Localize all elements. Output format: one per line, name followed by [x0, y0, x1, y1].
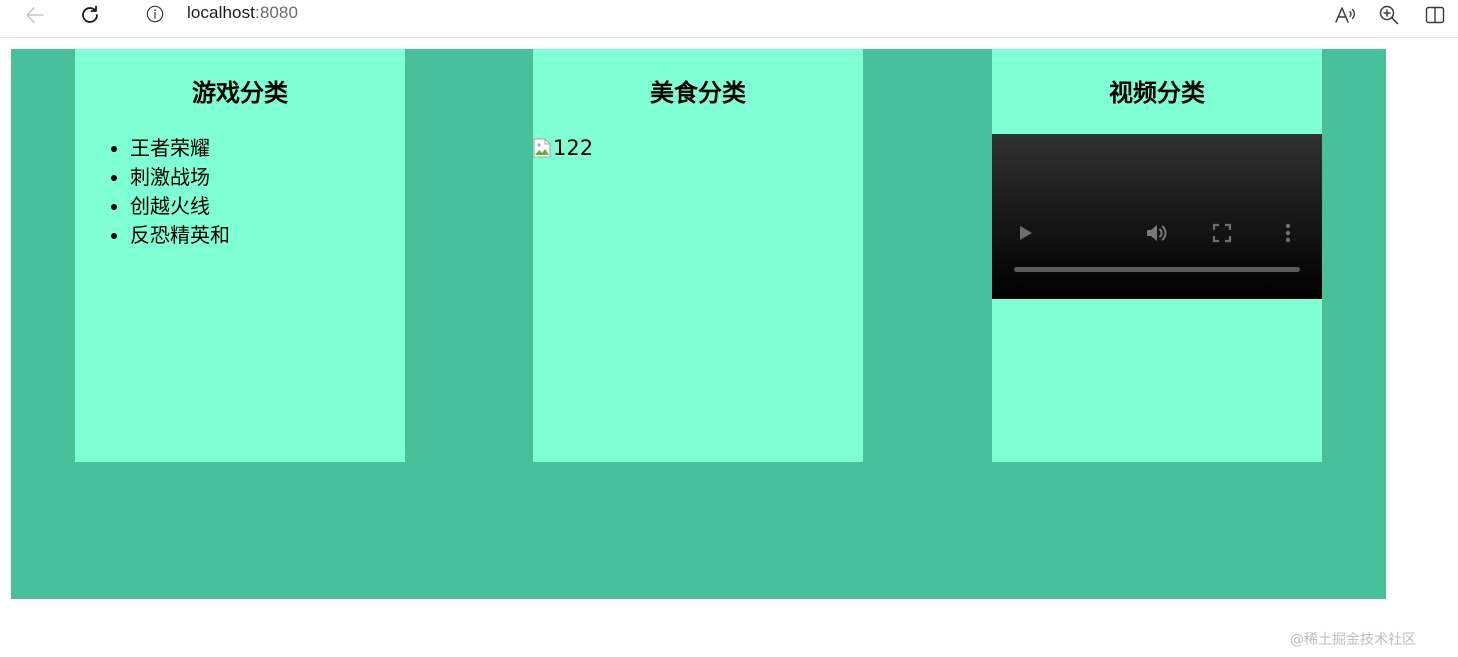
- list-item: 刺激战场: [130, 163, 405, 192]
- fullscreen-icon: [1212, 223, 1232, 243]
- broken-image-icon: [533, 138, 551, 158]
- play-icon: [1020, 226, 1032, 240]
- reload-icon: [82, 5, 98, 23]
- list-item: 王者荣耀: [130, 134, 405, 163]
- url-host: localhost: [187, 3, 255, 22]
- back-arrow-icon: [26, 7, 44, 23]
- zoom-in-icon: [1379, 5, 1399, 25]
- url-text[interactable]: localhost:8080: [187, 3, 298, 23]
- more-options-icon: [1285, 223, 1291, 243]
- browser-toolbar: localhost:8080: [0, 0, 1458, 38]
- panel-food-category: 美食分类 122: [533, 49, 863, 462]
- video-progress-bar[interactable]: [1014, 267, 1300, 272]
- game-list: 王者荣耀 刺激战场 创越火线 反恐精英和: [75, 134, 405, 250]
- image-alt-text: 122: [553, 136, 594, 160]
- read-aloud-icon: [1335, 7, 1355, 23]
- panel-title-food: 美食分类: [650, 79, 746, 107]
- fullscreen-button[interactable]: [1211, 222, 1233, 244]
- panel-title-games: 游戏分类: [192, 79, 288, 107]
- info-icon[interactable]: [146, 5, 164, 23]
- panel-game-category: 游戏分类 王者荣耀 刺激战场 创越火线 反恐精英和: [75, 49, 405, 462]
- panel-title-video: 视频分类: [1109, 79, 1205, 107]
- url-port: :8080: [255, 3, 299, 22]
- reload-button[interactable]: [77, 2, 103, 28]
- category-container: 游戏分类 王者荣耀 刺激战场 创越火线 反恐精英和 美食分类 122 视频分类: [11, 49, 1386, 599]
- volume-icon: [1147, 225, 1167, 241]
- volume-button[interactable]: [1144, 221, 1170, 245]
- play-button[interactable]: [1016, 222, 1036, 244]
- split-screen-icon: [1425, 6, 1445, 24]
- back-button[interactable]: [22, 2, 48, 28]
- video-player[interactable]: [992, 134, 1322, 299]
- list-item: 创越火线: [130, 192, 405, 221]
- broken-image: 122: [533, 136, 593, 160]
- watermark-text: @稀土掘金技术社区: [1290, 632, 1416, 648]
- read-aloud-button[interactable]: [1333, 3, 1357, 27]
- zoom-in-button[interactable]: [1377, 3, 1401, 27]
- address-bar[interactable]: localhost:8080: [126, 0, 1316, 32]
- panel-video-category: 视频分类: [992, 49, 1322, 462]
- more-options-button[interactable]: [1281, 221, 1295, 245]
- split-screen-button[interactable]: [1423, 3, 1447, 27]
- list-item: 反恐精英和: [130, 221, 405, 250]
